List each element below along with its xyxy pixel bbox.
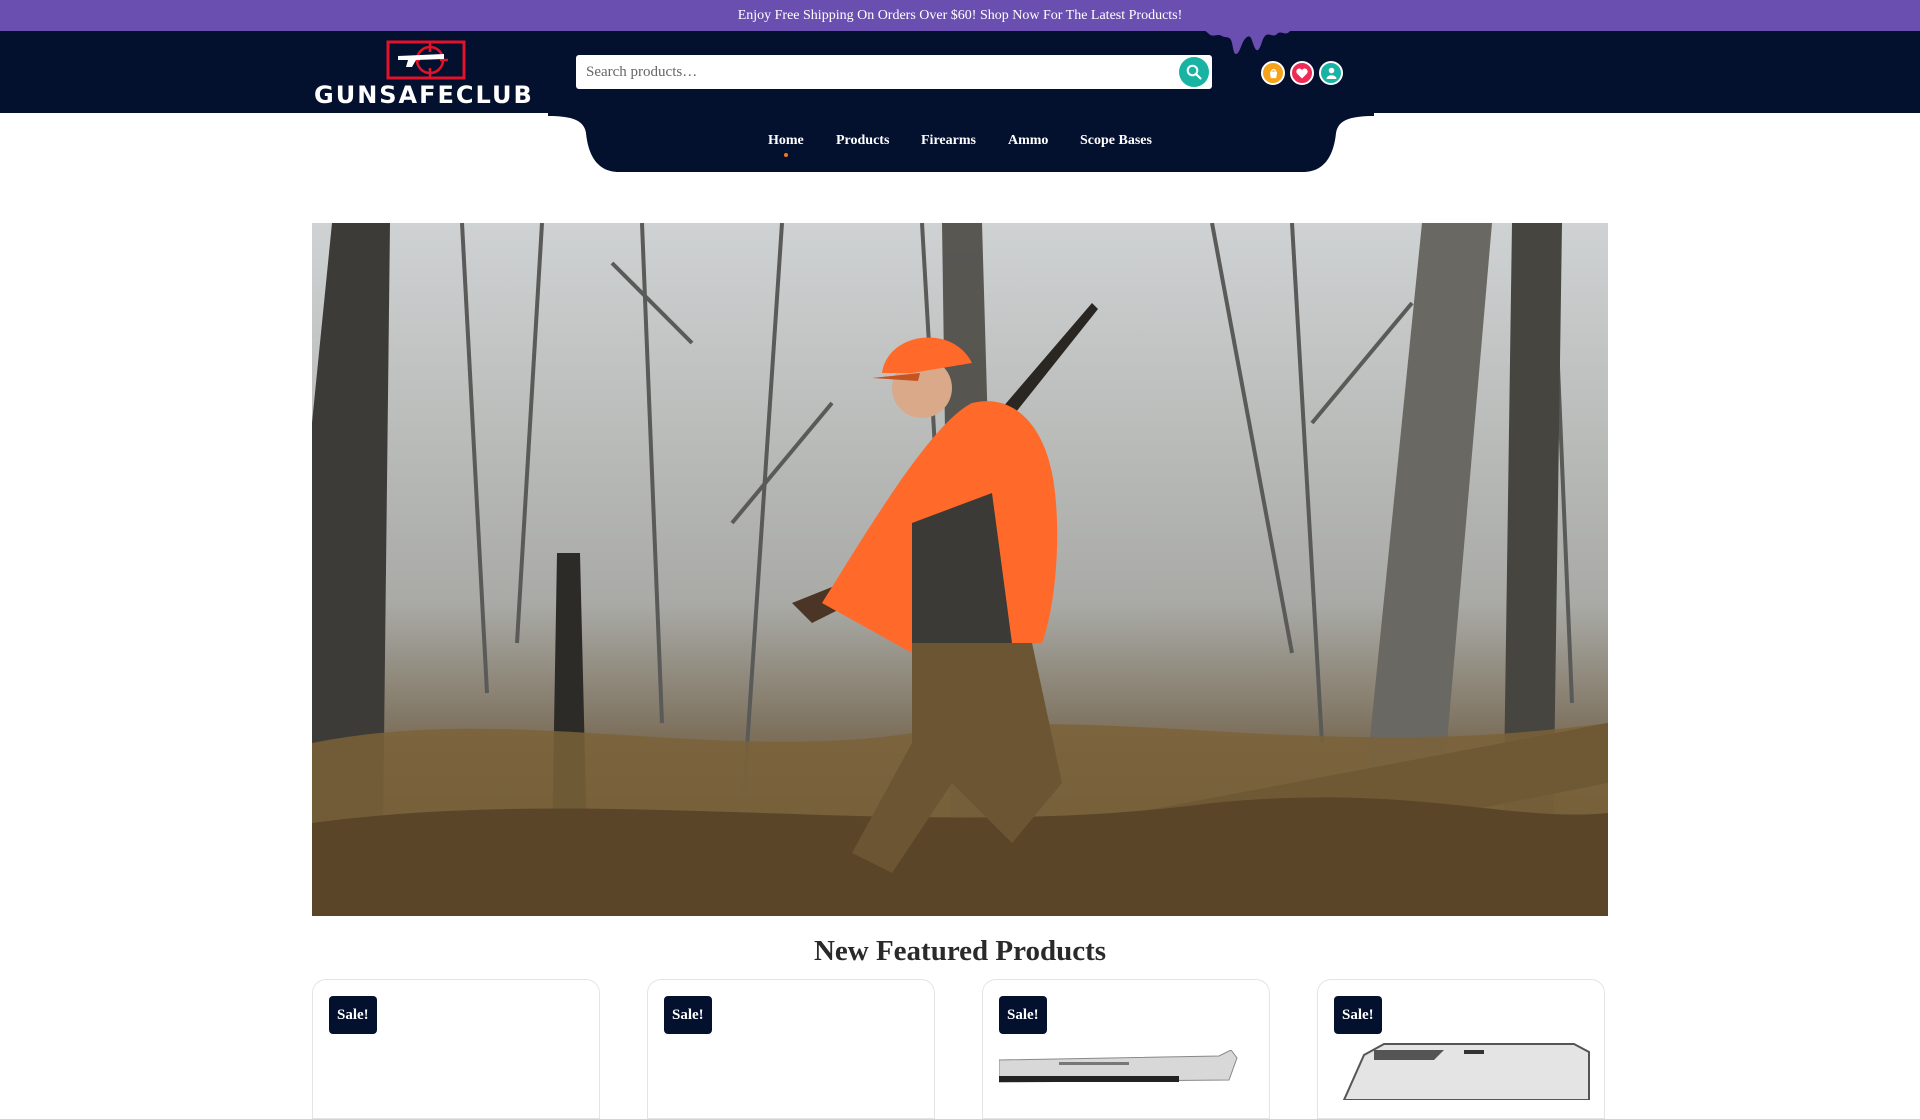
sale-badge: Sale! [329,996,377,1034]
cart-button[interactable] [1261,61,1285,85]
hero-image [312,223,1608,916]
nav-item-scope-bases[interactable]: Scope Bases [1080,133,1152,149]
hero-banner[interactable] [312,223,1608,916]
account-button[interactable] [1319,61,1343,85]
sale-badge: Sale! [1334,996,1382,1034]
search-bar [576,55,1212,89]
brand-name: GUNSAFECLUB [314,81,534,109]
featured-products-heading: New Featured Products [813,935,1107,967]
user-icon [1326,67,1336,79]
product-card[interactable]: Sale! [312,979,600,1119]
heart-icon [1296,68,1308,78]
nav-item-products[interactable]: Products [836,133,889,149]
search-icon [1186,64,1202,80]
sale-badge: Sale! [999,996,1047,1034]
main-nav: Home Products Firearms Ammo Scope Bases [0,113,1920,172]
wishlist-button[interactable] [1290,61,1314,85]
product-image-pistol-silver [999,1050,1238,1083]
product-card[interactable]: Sale! [647,979,935,1119]
announcement-text: Enjoy Free Shipping On Orders Over $60! … [737,8,1183,23]
paint-drip-decoration [1195,24,1305,54]
cart-icon [1269,68,1277,78]
active-indicator [784,153,788,157]
search-button[interactable] [1179,57,1209,87]
pistol-crosshair-logo-icon [386,40,466,80]
announcement-bar: Enjoy Free Shipping On Orders Over $60! … [0,0,1920,31]
product-image-pistol-stainless [1342,1043,1590,1100]
nav-item-firearms[interactable]: Firearms [921,133,976,149]
product-card[interactable]: Sale! [1317,979,1605,1119]
search-input[interactable] [576,55,1166,89]
sale-badge: Sale! [664,996,712,1034]
site-logo[interactable]: GUNSAFECLUB [314,40,544,109]
product-card[interactable]: Sale! [982,979,1270,1119]
nav-item-ammo[interactable]: Ammo [1008,133,1048,149]
nav-item-home[interactable]: Home [768,133,804,149]
